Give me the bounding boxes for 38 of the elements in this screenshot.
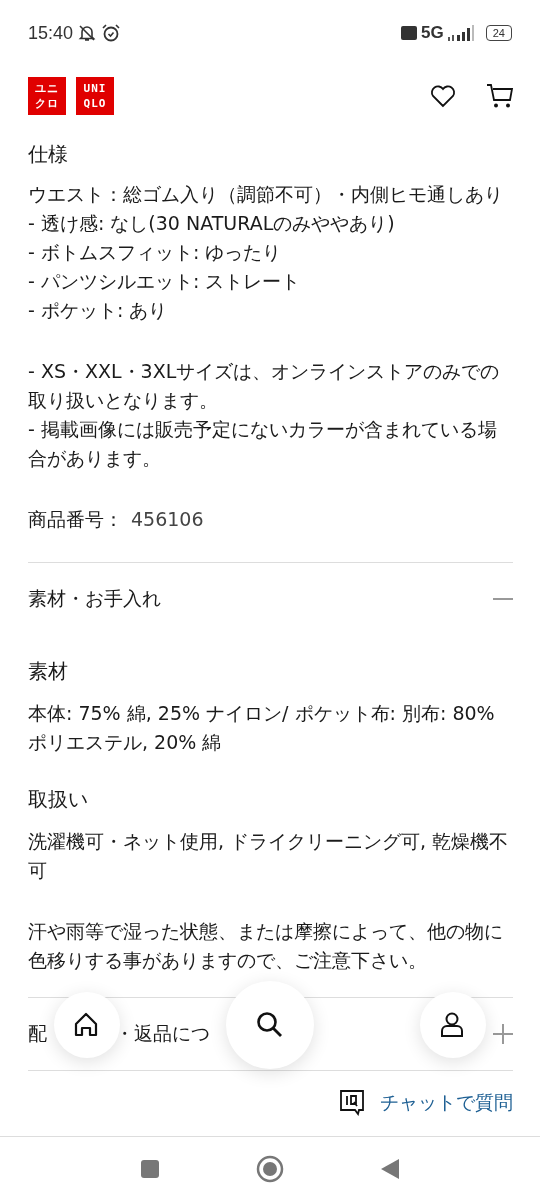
muted-bell-icon [77, 23, 98, 43]
section-heading: 素材 [28, 658, 69, 685]
spec-line: - 透け感: なし(30 NATURALのみややあり) [28, 211, 396, 236]
spec-line: ウエスト：総ゴム入り（調節不可）・内側ヒモ通しあり [28, 182, 504, 207]
spec-line: - ボトムスフィット: ゆったり [28, 240, 283, 265]
cart-icon [486, 83, 514, 109]
signal-icon [447, 25, 474, 41]
alarm-icon [101, 23, 122, 43]
product-number: 456106 [131, 507, 204, 532]
brand-logo[interactable]: UNI QLO [76, 77, 114, 115]
home-circle-icon [256, 1155, 284, 1183]
section-heading: 取扱い [28, 786, 89, 813]
cart-button[interactable] [486, 83, 514, 109]
network-type: 5G [421, 23, 444, 43]
product-number-label: 商品番号： [28, 507, 123, 532]
clock-time: 15:40 [28, 22, 74, 44]
spec-line: - パンツシルエット: ストレート [28, 269, 302, 294]
note-text: - XS・XXL・3XLサイズは、オンラインストアのみでの取り扱いとなります。 [28, 359, 501, 413]
heart-icon [430, 84, 456, 108]
body-text: 本体: 75% 綿, 25% ナイロン/ ポケット布: 別布: 80% ポリエステル, 20% 綿 [28, 701, 496, 755]
battery-level: 24 [485, 25, 512, 41]
square-icon [140, 1159, 160, 1179]
favorites-button[interactable] [430, 83, 456, 109]
chat-link[interactable]: チャットで質問 [340, 1090, 513, 1116]
accordion-header[interactable]: 配 ・返品につ [28, 998, 513, 1070]
section-heading: 仕様 [28, 141, 69, 168]
accordion-title: 配 [28, 1021, 47, 1046]
accordion-header[interactable]: 素材・お手入れ [28, 563, 513, 635]
chat-bubble-icon [340, 1090, 364, 1116]
body-text: 洗濯機可・ネット使用, ドライクリーニング可, 乾燥機不可 [28, 829, 510, 883]
back-triangle-icon [380, 1158, 400, 1180]
note-text: - 掲載画像には販売予定にないカラーが含まれている場合があります。 [28, 417, 498, 471]
spec-line: - ポケット: あり [28, 298, 169, 323]
brand-logo[interactable]: ユニ クロ [28, 77, 66, 115]
accordion-title: ・返品につ [115, 1021, 210, 1046]
search-icon [256, 1011, 284, 1039]
accordion-title: 素材・お手入れ [28, 586, 161, 611]
body-text: 汗や雨等で湿った状態、または摩擦によって、他の物に色移りする事がありますので、ご注意下さい。 [28, 919, 504, 973]
